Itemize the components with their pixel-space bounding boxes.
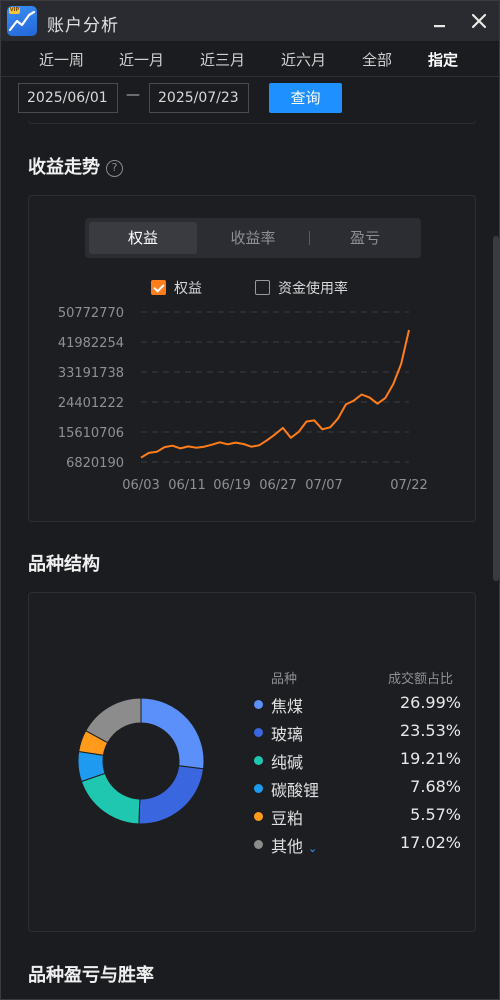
profit-trend-title: 收益走势? <box>28 153 123 179</box>
y-tick-label: 15610706 <box>58 426 124 441</box>
tab-three-months[interactable]: 近三月 <box>200 49 245 73</box>
x-tick-label: 06/03 <box>122 478 159 493</box>
previous-card-edge <box>28 121 476 124</box>
variety-row-others[interactable]: 其他 ⌄ 17.02% <box>251 831 461 859</box>
scrollbar-thumb[interactable] <box>493 236 499 581</box>
query-button[interactable]: 查询 <box>269 83 342 113</box>
legend-dot <box>254 756 263 765</box>
variety-share: 7.68% <box>410 777 461 796</box>
y-tick-label: 50772770 <box>58 306 124 321</box>
variety-winrate-title: 品种盈亏与胜率 <box>28 965 154 986</box>
account-analysis-window: VIP 账户分析 近一周 近一月 近三月 近六月 全部 指定 2025/06/0… <box>0 0 500 1000</box>
variety-row[interactable]: 焦煤 26.99% <box>251 691 461 719</box>
variety-row[interactable]: 玻璃 23.53% <box>251 719 461 747</box>
y-tick-label: 24401222 <box>58 396 124 411</box>
tab-six-months[interactable]: 近六月 <box>281 49 326 73</box>
donut-slice[interactable] <box>80 772 141 825</box>
variety-share: 23.53% <box>399 721 461 740</box>
variety-share: 19.21% <box>399 749 461 768</box>
variety-name: 碳酸锂 <box>271 781 320 800</box>
variety-row[interactable]: 豆粕 5.57% <box>251 803 461 831</box>
date-filter-bar: 2025/06/01 — 2025/07/23 查询 <box>1 77 499 121</box>
donut-slice[interactable] <box>140 697 205 770</box>
tab-custom[interactable]: 指定 <box>425 49 461 79</box>
tab-week[interactable]: 近一周 <box>39 49 84 73</box>
y-tick-label: 33191738 <box>58 366 124 381</box>
variety-row[interactable]: 纯碱 19.21% <box>251 747 461 775</box>
tab-all[interactable]: 全部 <box>362 49 392 73</box>
variety-name: 玻璃 <box>271 725 304 744</box>
x-tick-label: 06/11 <box>168 478 205 493</box>
x-tick-label: 07/22 <box>390 478 427 493</box>
question-circle-icon[interactable]: ? <box>106 160 123 177</box>
window-title: 账户分析 <box>47 16 119 36</box>
y-tick-label: 41982254 <box>58 336 124 351</box>
profit-trend-title-text: 收益走势 <box>28 157 100 178</box>
variety-name: 其他 <box>271 837 304 856</box>
legend-dot <box>254 812 263 821</box>
variety-row[interactable]: 碳酸锂 7.68% <box>251 775 461 803</box>
variety-share: 17.02% <box>399 833 461 852</box>
legend-dot <box>254 840 263 849</box>
end-date-field[interactable]: 2025/07/23 <box>149 83 249 113</box>
x-tick-label: 06/27 <box>259 478 296 493</box>
variety-share: 5.57% <box>410 805 461 824</box>
variety-structure-title: 品种结构 <box>28 554 100 575</box>
column-header-variety: 品种 <box>271 672 298 687</box>
x-tick-label: 07/07 <box>305 478 342 493</box>
chevron-down-icon[interactable]: ⌄ <box>308 842 317 855</box>
trend-chart-icon: VIP <box>7 6 37 36</box>
title-bar: VIP 账户分析 <box>1 1 499 41</box>
donut-slice[interactable] <box>138 765 205 825</box>
y-tick-label: 6820190 <box>66 456 124 471</box>
variety-share: 26.99% <box>399 693 461 712</box>
close-icon[interactable] <box>467 9 491 33</box>
legend-dot <box>254 700 263 709</box>
legend-dot <box>254 784 263 793</box>
variety-name: 纯碱 <box>271 753 304 772</box>
column-header-turnover-share: 成交额占比 <box>388 672 454 687</box>
equity-line-chart: 50772770 41982254 33191738 24401222 15610706… <box>58 306 428 493</box>
tab-month[interactable]: 近一月 <box>119 49 164 73</box>
x-tick-label: 06/19 <box>213 478 250 493</box>
variety-name: 豆粕 <box>271 809 304 828</box>
variety-name: 焦煤 <box>271 697 304 716</box>
period-tabs: 近一周 近一月 近三月 近六月 全部 指定 <box>1 41 499 79</box>
legend-dot <box>254 728 263 737</box>
minimize-icon[interactable] <box>428 9 452 33</box>
date-separator: — <box>126 87 140 103</box>
start-date-field[interactable]: 2025/06/01 <box>18 83 118 113</box>
profit-trend-card: 权益 收益率 盈亏 权益 资金使用率 50772770 41982254 33191… <box>28 195 476 522</box>
variety-structure-card: 品种 成交额占比 焦煤 26.99% 玻璃 23.53% 纯碱 19.21% 碳… <box>28 592 476 932</box>
equity-series-line <box>140 329 410 459</box>
